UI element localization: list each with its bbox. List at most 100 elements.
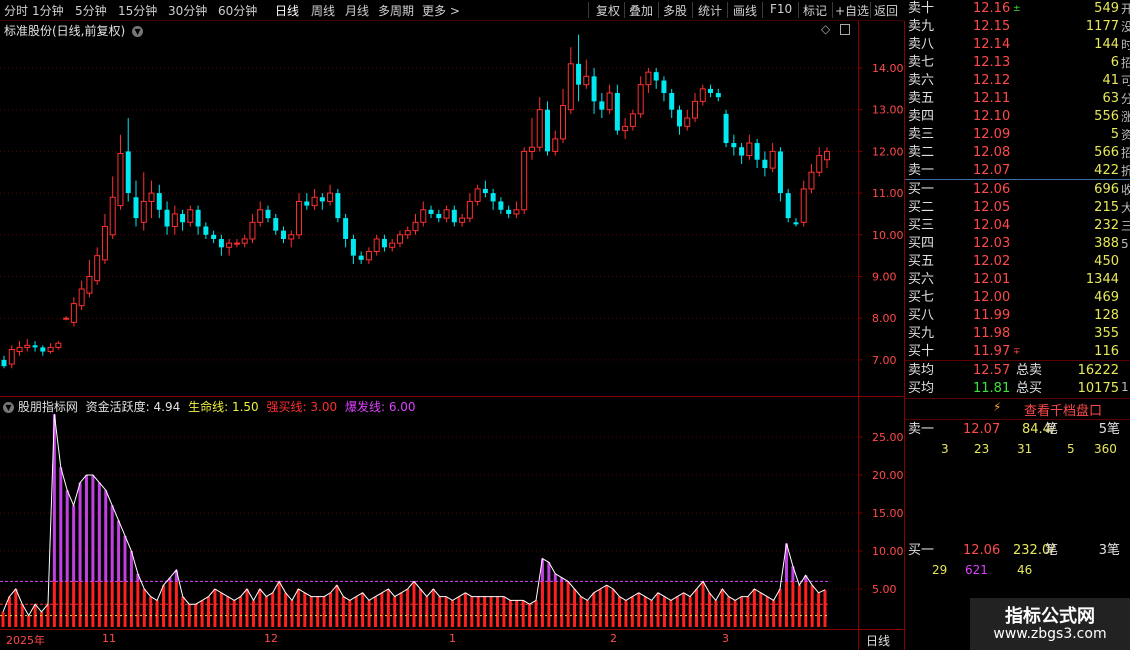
candle-body [211,234,217,239]
ask-level-row[interactable]: 卖八 12.14 144 时 [905,36,1130,54]
bid-level-row[interactable]: 买八 11.99 128 [905,307,1130,325]
candle-body [70,303,77,323]
ask-level-row[interactable]: 卖十 12.16 549 ± 开 [905,0,1130,18]
clipped-side-text: 可 [1121,74,1130,88]
back-button[interactable]: 返回 [874,2,898,19]
ask-level-row[interactable]: 卖七 12.13 6 招 [905,54,1130,72]
clipped-side-text: 收 [1121,183,1130,197]
candle-body [335,193,341,219]
period-tab-15min[interactable]: 15分钟 [118,2,157,19]
bid-level-row[interactable]: 买五 12.02 450 [905,253,1130,271]
window-icon[interactable] [840,24,850,35]
draw-line-button[interactable]: 画线 [733,2,757,19]
candle-body [754,143,760,160]
more-label: 更多 [422,4,447,18]
chevron-down-icon[interactable]: ▼ [132,26,144,37]
total-sell-label: 总卖 [1016,363,1043,378]
candle-body [777,151,783,194]
f10-button[interactable]: F10 [770,2,792,16]
indicator-tick-label: 20.00 [872,469,904,482]
watermark-title: 指标公式网 [1005,606,1095,627]
bid-level-row[interactable]: 买一 12.06 696 收 [905,181,1130,199]
queue-item: 3 [941,442,949,456]
main-chart-title-text: 标准股份(日线,前复权) [4,24,126,38]
period-tab-60min[interactable]: 60分钟 [218,2,257,19]
ask-level-row[interactable]: 卖二 12.08 566 招 [905,144,1130,162]
candle-body [86,276,93,294]
period-tab-monthly[interactable]: 月线 [345,2,369,19]
period-tab-daily[interactable]: 日线 [275,2,299,19]
multi-stock-button[interactable]: 多股 [663,2,687,19]
candle-body [187,209,194,223]
candle-body [637,84,644,115]
fuquan-button[interactable]: 复权 [596,2,620,19]
candle-body [203,226,209,235]
level-label: 买四 [908,236,935,251]
candle-body [296,200,303,236]
clipped-side-text: 资 [1121,128,1130,142]
level-volume: 566 [1094,145,1119,160]
mark-button[interactable]: 标记 [803,2,827,19]
period-tab-5min[interactable]: 5分钟 [75,2,107,19]
candle-body [381,238,387,248]
candle-body [109,196,116,236]
period-tab-multi[interactable]: 多周期 [378,2,414,19]
stats-button[interactable]: 统计 [698,2,722,19]
toolbar-divider [658,2,659,18]
candle-body [428,209,434,214]
period-tab-weekly[interactable]: 周线 [311,2,335,19]
level-label: 卖三 [908,127,935,142]
bid-level-row[interactable]: 买十 11.97 116 ∓ [905,343,1130,361]
ask-level-row[interactable]: 卖四 12.10 556 涨 [905,108,1130,126]
sell1-queue: 3 23 31 5 360 [905,440,1130,458]
candle-body [180,213,186,223]
indicator-bars [1,414,827,627]
period-tab-fenshi[interactable]: 分时 [4,2,28,19]
bid-level-row[interactable]: 买三 12.04 232 三 [905,217,1130,235]
ask-level-row[interactable]: 卖一 12.07 422 折 [905,162,1130,180]
view-qiandang-link[interactable]: 查看千档盘口 [1024,400,1102,419]
sell1-label: 卖一 [908,422,935,437]
period-tab-30min[interactable]: 30分钟 [168,2,207,19]
level-volume: 450 [1094,254,1119,269]
bid-level-row[interactable]: 买七 12.00 469 [905,289,1130,307]
price-tick-label: 13.00 [872,104,904,117]
sell1-per-unit: 笔 [1045,422,1059,437]
ask-level-row[interactable]: 卖三 12.09 5 资 [905,126,1130,144]
diamond-icon[interactable]: ◇ [821,22,830,36]
bid-level-row[interactable]: 买六 12.01 1344 [905,271,1130,289]
level-label: 卖八 [908,37,935,52]
candle-body [288,234,295,240]
watermark-url: www.zbgs3.com [993,626,1107,642]
orderbook-divider [905,360,1130,361]
bid-level-row[interactable]: 买九 11.98 355 [905,325,1130,343]
avg-buy-price: 11.81 [973,381,1011,396]
candle-body [576,63,582,85]
candle-body [808,171,815,190]
candle-body [436,213,442,219]
ask-level-row[interactable]: 卖五 12.11 63 分 [905,90,1130,108]
add-watchlist-button[interactable]: +自选 [835,2,869,19]
level-volume: 5 [1110,127,1119,142]
clipped-side-text: 招 [1121,56,1130,70]
candle-body [536,109,543,148]
clipped-side-text: 招 [1121,146,1130,160]
bid-level-row[interactable]: 买二 12.05 215 大 [905,199,1130,217]
level-price: 12.06 [973,182,1011,197]
level-volume: 144 [1094,37,1119,52]
chart-area[interactable]: 14.0013.0012.0011.0010.009.008.007.0025.… [0,0,905,650]
ask-level-row[interactable]: 卖九 12.15 1177 没 [905,18,1130,36]
period-more-button[interactable]: 更多 > [422,2,460,19]
level-price: 12.13 [973,55,1011,70]
candle-body [629,113,636,127]
candle-body [24,344,31,348]
period-indicator-label[interactable]: 日线 [866,632,890,649]
bid-level-row[interactable]: 买四 12.03 388 5 [905,235,1130,253]
period-tab-1min[interactable]: 1分钟 [32,2,64,19]
overlay-button[interactable]: 叠加 [629,2,653,19]
candle-body [800,188,807,223]
ask-level-row[interactable]: 卖六 12.12 41 可 [905,72,1130,90]
chevron-down-icon[interactable]: ▼ [3,402,14,413]
candle-body [156,193,162,210]
price-tick-label: 11.00 [872,187,904,200]
